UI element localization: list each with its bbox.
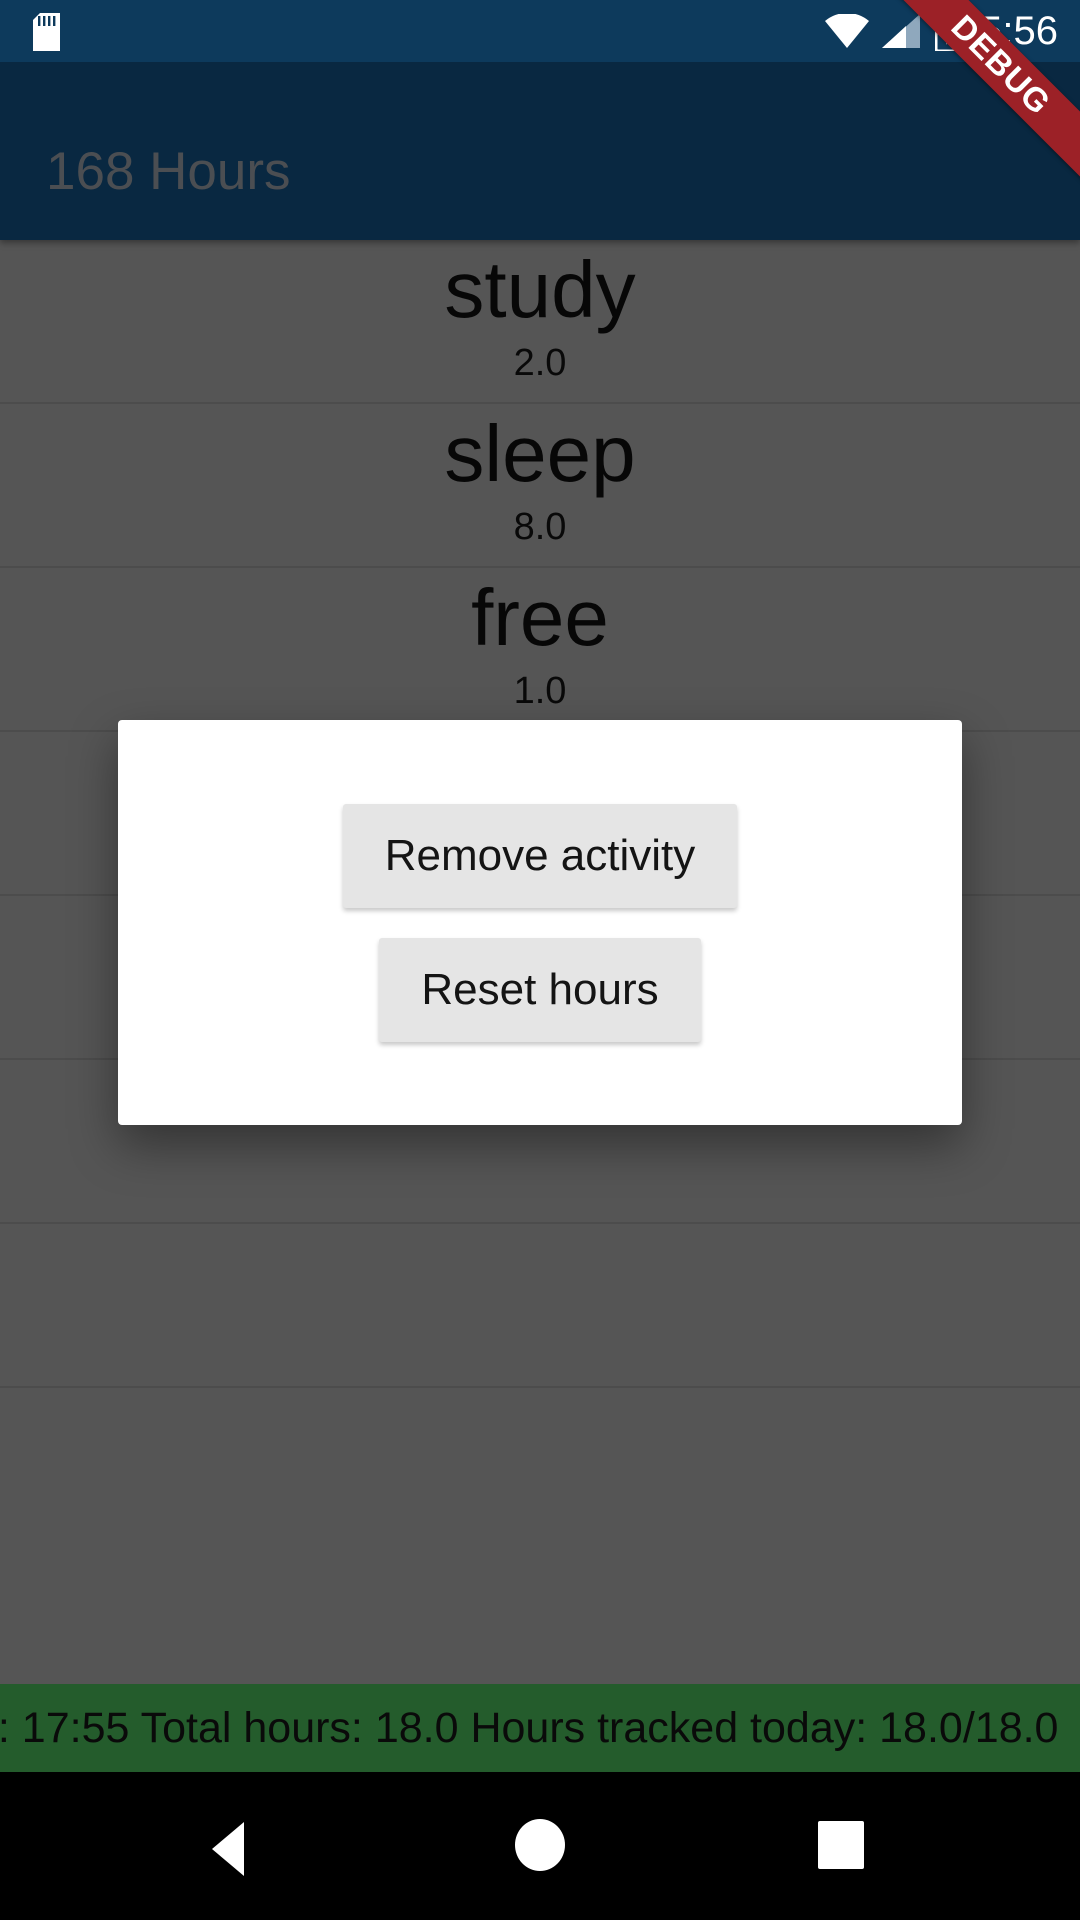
sd-card-icon xyxy=(33,13,60,51)
back-nav-icon[interactable] xyxy=(212,1822,244,1876)
hours-summary-text: d: 17:55 Total hours: 18.0 Hours tracked… xyxy=(0,1704,1059,1752)
home-nav-icon[interactable] xyxy=(515,1819,565,1871)
reset-hours-button[interactable]: Reset hours xyxy=(379,937,701,1042)
android-screen: study 2.0 sleep 8.0 free 1.0 168 Hours R… xyxy=(0,0,1080,1920)
activity-options-dialog: Remove activity Reset hours xyxy=(118,720,962,1125)
dialog-button-group: Remove activity Reset hours xyxy=(118,720,962,1125)
hours-summary-bar: d: 17:55 Total hours: 18.0 Hours tracked… xyxy=(0,1684,1080,1772)
system-nav-bar xyxy=(0,1772,1080,1920)
remove-activity-button[interactable]: Remove activity xyxy=(342,803,738,908)
cell-signal-icon xyxy=(882,14,921,48)
wifi-icon xyxy=(825,14,870,48)
recents-nav-icon[interactable] xyxy=(818,1821,864,1869)
